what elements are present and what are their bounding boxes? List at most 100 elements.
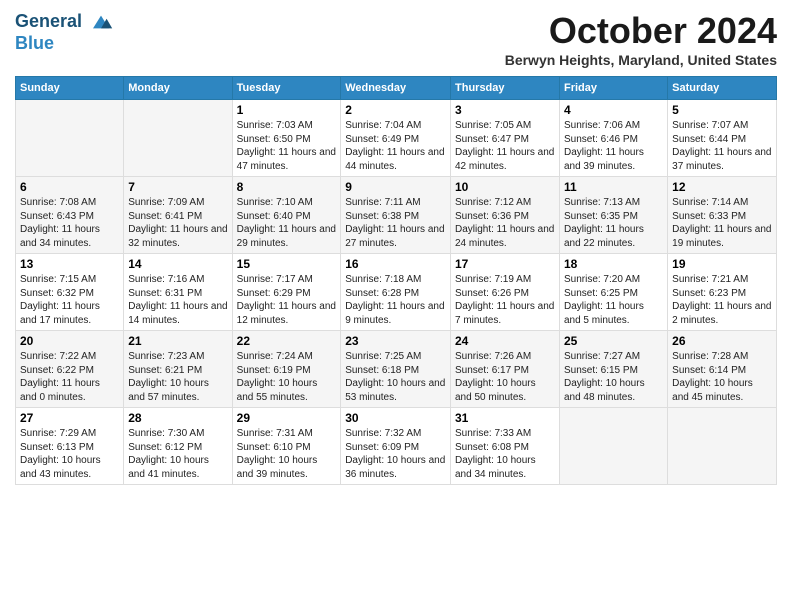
cell-week2-day6: 12 Sunrise: 7:14 AM Sunset: 6:33 PM Dayli… [668,177,777,254]
day-number: 28 [128,411,227,425]
cell-week4-day5: 25 Sunrise: 7:27 AM Sunset: 6:15 PM Dayli… [559,331,667,408]
day-info: Sunrise: 7:06 AM Sunset: 6:46 PM Dayligh… [564,119,663,173]
day-info: Sunrise: 7:24 AM Sunset: 6:19 PM Dayligh… [237,350,337,404]
day-info: Sunrise: 7:10 AM Sunset: 6:40 PM Dayligh… [237,196,337,250]
week-row-2: 6 Sunrise: 7:08 AM Sunset: 6:43 PM Daylig… [16,177,777,254]
cell-week2-day5: 11 Sunrise: 7:13 AM Sunset: 6:35 PM Dayli… [559,177,667,254]
day-number: 25 [564,334,663,348]
day-info: Sunrise: 7:26 AM Sunset: 6:17 PM Dayligh… [455,350,555,404]
col-friday: Friday [559,77,667,100]
day-number: 10 [455,180,555,194]
col-sunday: Sunday [16,77,124,100]
day-number: 12 [672,180,772,194]
cell-week4-day1: 21 Sunrise: 7:23 AM Sunset: 6:21 PM Dayli… [124,331,232,408]
cell-week1-day3: 2 Sunrise: 7:04 AM Sunset: 6:49 PM Daylig… [341,100,451,177]
day-info: Sunrise: 7:04 AM Sunset: 6:49 PM Dayligh… [345,119,446,173]
cell-week3-day0: 13 Sunrise: 7:15 AM Sunset: 6:32 PM Dayli… [16,254,124,331]
day-info: Sunrise: 7:20 AM Sunset: 6:25 PM Dayligh… [564,273,663,327]
cell-week1-day1 [124,100,232,177]
day-number: 5 [672,103,772,117]
cell-week2-day2: 8 Sunrise: 7:10 AM Sunset: 6:40 PM Daylig… [232,177,341,254]
cell-week5-day4: 31Sunrise: 7:33 AM Sunset: 6:08 PM Dayli… [451,408,560,485]
day-info: Sunrise: 7:23 AM Sunset: 6:21 PM Dayligh… [128,350,227,404]
day-number: 14 [128,257,227,271]
day-info: Sunrise: 7:32 AM Sunset: 6:09 PM Dayligh… [345,427,446,481]
day-number: 7 [128,180,227,194]
day-info: Sunrise: 7:19 AM Sunset: 6:26 PM Dayligh… [455,273,555,327]
day-info: Sunrise: 7:27 AM Sunset: 6:15 PM Dayligh… [564,350,663,404]
day-number: 18 [564,257,663,271]
day-info: Sunrise: 7:05 AM Sunset: 6:47 PM Dayligh… [455,119,555,173]
day-number: 15 [237,257,337,271]
location-title: Berwyn Heights, Maryland, United States [505,52,777,68]
day-info: Sunrise: 7:31 AM Sunset: 6:10 PM Dayligh… [237,427,337,481]
day-number: 26 [672,334,772,348]
day-number: 21 [128,334,227,348]
day-number: 13 [20,257,119,271]
col-tuesday: Tuesday [232,77,341,100]
day-info: Sunrise: 7:03 AM Sunset: 6:50 PM Dayligh… [237,119,337,173]
day-info: Sunrise: 7:13 AM Sunset: 6:35 PM Dayligh… [564,196,663,250]
day-info: Sunrise: 7:15 AM Sunset: 6:32 PM Dayligh… [20,273,119,327]
day-number: 20 [20,334,119,348]
day-info: Sunrise: 7:12 AM Sunset: 6:36 PM Dayligh… [455,196,555,250]
day-number: 23 [345,334,446,348]
cell-week3-day3: 16 Sunrise: 7:18 AM Sunset: 6:28 PM Dayli… [341,254,451,331]
day-number: 31 [455,411,555,425]
day-number: 22 [237,334,337,348]
cell-week3-day4: 17 Sunrise: 7:19 AM Sunset: 6:26 PM Dayli… [451,254,560,331]
day-info: Sunrise: 7:18 AM Sunset: 6:28 PM Dayligh… [345,273,446,327]
day-info: Sunrise: 7:21 AM Sunset: 6:23 PM Dayligh… [672,273,772,327]
cell-week1-day0 [16,100,124,177]
day-number: 11 [564,180,663,194]
col-wednesday: Wednesday [341,77,451,100]
cell-week2-day0: 6 Sunrise: 7:08 AM Sunset: 6:43 PM Daylig… [16,177,124,254]
day-info: Sunrise: 7:11 AM Sunset: 6:38 PM Dayligh… [345,196,446,250]
day-info: Sunrise: 7:28 AM Sunset: 6:14 PM Dayligh… [672,350,772,404]
cell-week2-day1: 7 Sunrise: 7:09 AM Sunset: 6:41 PM Daylig… [124,177,232,254]
cell-week4-day2: 22 Sunrise: 7:24 AM Sunset: 6:19 PM Dayli… [232,331,341,408]
calendar-header-row: Sunday Monday Tuesday Wednesday Thursday… [16,77,777,100]
week-row-3: 13 Sunrise: 7:15 AM Sunset: 6:32 PM Dayli… [16,254,777,331]
month-title: October 2024 [505,10,777,52]
cell-week5-day2: 29 Sunrise: 7:31 AM Sunset: 6:10 PM Dayli… [232,408,341,485]
col-saturday: Saturday [668,77,777,100]
day-number: 8 [237,180,337,194]
day-info: Sunrise: 7:30 AM Sunset: 6:12 PM Dayligh… [128,427,227,481]
cell-week2-day3: 9Sunrise: 7:11 AM Sunset: 6:38 PM Daylig… [341,177,451,254]
day-info: Sunrise: 7:29 AM Sunset: 6:13 PM Dayligh… [20,427,119,481]
day-info: Sunrise: 7:14 AM Sunset: 6:33 PM Dayligh… [672,196,772,250]
day-info: Sunrise: 7:09 AM Sunset: 6:41 PM Dayligh… [128,196,227,250]
cell-week5-day5 [559,408,667,485]
logo: General Blue [15,10,113,54]
day-number: 24 [455,334,555,348]
day-number: 2 [345,103,446,117]
cell-week1-day2: 1 Sunrise: 7:03 AM Sunset: 6:50 PM Daylig… [232,100,341,177]
day-number: 17 [455,257,555,271]
cell-week3-day6: 19 Sunrise: 7:21 AM Sunset: 6:23 PM Dayli… [668,254,777,331]
cell-week4-day6: 26 Sunrise: 7:28 AM Sunset: 6:14 PM Dayli… [668,331,777,408]
day-info: Sunrise: 7:22 AM Sunset: 6:22 PM Dayligh… [20,350,119,404]
cell-week4-day3: 23 Sunrise: 7:25 AM Sunset: 6:18 PM Dayli… [341,331,451,408]
day-number: 6 [20,180,119,194]
title-block: October 2024 Berwyn Heights, Maryland, U… [505,10,777,68]
cell-week1-day6: 5 Sunrise: 7:07 AM Sunset: 6:44 PM Daylig… [668,100,777,177]
cell-week4-day0: 20 Sunrise: 7:22 AM Sunset: 6:22 PM Dayli… [16,331,124,408]
page: General Blue October 2024 Berwyn Heights… [0,0,792,612]
col-monday: Monday [124,77,232,100]
day-info: Sunrise: 7:08 AM Sunset: 6:43 PM Dayligh… [20,196,119,250]
day-number: 29 [237,411,337,425]
week-row-5: 27Sunrise: 7:29 AM Sunset: 6:13 PM Dayli… [16,408,777,485]
day-number: 1 [237,103,337,117]
day-number: 4 [564,103,663,117]
cell-week3-day2: 15Sunrise: 7:17 AM Sunset: 6:29 PM Dayli… [232,254,341,331]
cell-week4-day4: 24 Sunrise: 7:26 AM Sunset: 6:17 PM Dayli… [451,331,560,408]
col-thursday: Thursday [451,77,560,100]
logo-blue: Blue [15,34,113,54]
header: General Blue October 2024 Berwyn Heights… [15,10,777,68]
day-info: Sunrise: 7:25 AM Sunset: 6:18 PM Dayligh… [345,350,446,404]
day-number: 16 [345,257,446,271]
day-number: 3 [455,103,555,117]
day-number: 19 [672,257,772,271]
day-info: Sunrise: 7:07 AM Sunset: 6:44 PM Dayligh… [672,119,772,173]
